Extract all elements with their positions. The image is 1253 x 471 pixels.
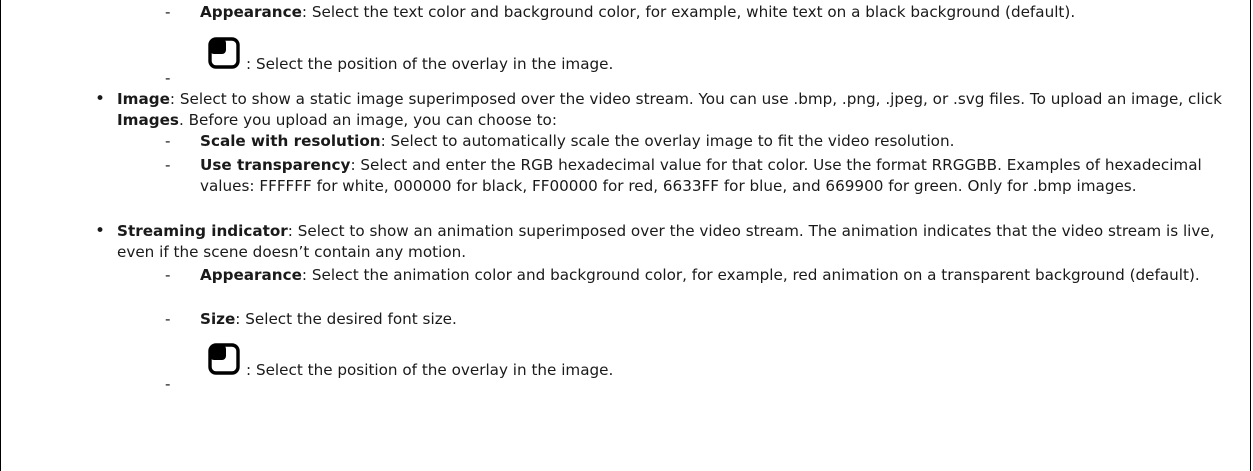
term-description-end: . Before you upload an image, you can ch… (178, 111, 557, 129)
overlay-position-icon[interactable] (208, 37, 240, 75)
term-label: Image (117, 90, 170, 108)
list-item-text: : Select the position of the overlay in … (208, 343, 1248, 381)
term-label: Scale with resolution (200, 132, 381, 150)
term-description: : Select the desired font size. (235, 310, 457, 328)
term-description: : Select to show a static image superimp… (169, 90, 1222, 108)
list-item-text: Appearance: Select the text color and ba… (200, 2, 1240, 23)
dash-marker: - (165, 132, 171, 150)
dash-marker: - (165, 69, 171, 87)
dash-marker: - (165, 375, 171, 393)
list-item-text: Image: Select to show a static image sup… (117, 89, 1242, 131)
term-description: : Select to automatically scale the over… (380, 132, 955, 150)
list-item-text: Use transparency: Select and enter the R… (200, 155, 1240, 197)
list-item-text: Streaming indicator: Select to show an a… (117, 221, 1242, 263)
term-description: : Select the text color and background c… (301, 3, 1076, 21)
right-border (1250, 0, 1251, 471)
images-link-label: Images (117, 111, 179, 129)
dash-marker: - (165, 3, 171, 21)
overlay-position-icon[interactable] (208, 343, 240, 381)
list-item-text: : Select the position of the overlay in … (208, 37, 1248, 75)
list-item-text: Scale with resolution: Select to automat… (200, 131, 1240, 152)
bullet-marker: • (95, 221, 106, 241)
term-label: Use transparency (200, 156, 351, 174)
list-item-text: Appearance: Select the animation color a… (200, 265, 1240, 286)
term-label: Size (200, 310, 236, 328)
term-description: : Select the animation color and backgro… (301, 266, 1200, 284)
term-description: : Select and enter the RGB hexadecimal v… (200, 156, 1202, 195)
position-description: : Select the position of the overlay in … (246, 361, 614, 379)
dash-marker: - (165, 266, 171, 284)
bullet-marker: • (95, 89, 106, 109)
list-item-text: Size: Select the desired font size. (200, 309, 1240, 330)
position-description: : Select the position of the overlay in … (246, 55, 614, 73)
term-label: Appearance (200, 266, 302, 284)
dash-marker: - (165, 310, 171, 328)
term-label: Streaming indicator (117, 222, 288, 240)
term-label: Appearance (200, 3, 302, 21)
dash-marker: - (165, 156, 171, 174)
left-border (0, 0, 1, 471)
